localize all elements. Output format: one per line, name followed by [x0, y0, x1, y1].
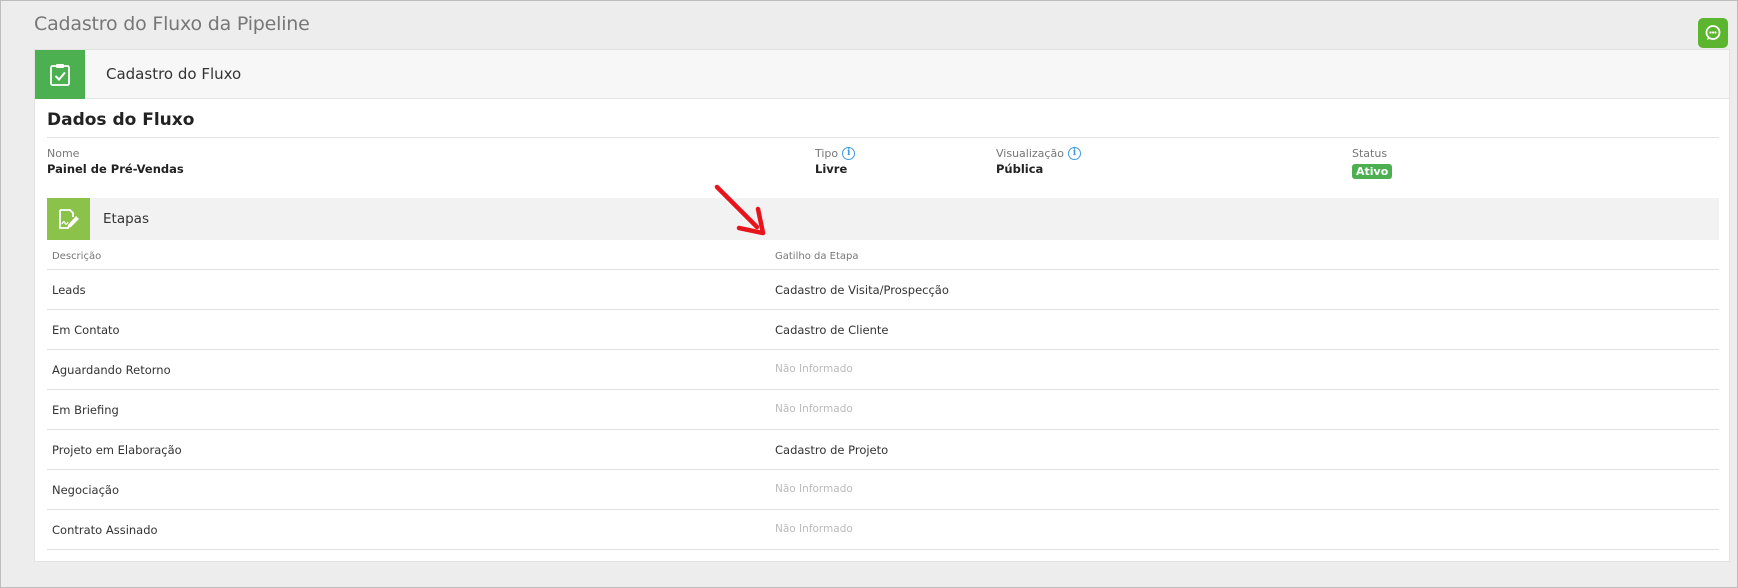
etapas-header: Etapas [47, 198, 1719, 240]
status-badge: Ativo [1352, 164, 1393, 179]
field-status-label: Status [1352, 146, 1388, 160]
cell-gatilho: Não Informado [775, 403, 853, 415]
table-row[interactable]: Contrato Assinado Não Informado [47, 510, 1719, 550]
table-row[interactable]: Negociação Não Informado [47, 470, 1719, 510]
field-nome-label: Nome [47, 146, 80, 160]
red-arrow-annotation [714, 184, 766, 236]
field-nome: Nome Painel de Pré-Vendas [47, 146, 184, 177]
cell-gatilho: Não Informado [775, 363, 853, 375]
table-row[interactable]: Projeto em Elaboração Cadastro de Projeto [47, 430, 1719, 470]
table-row[interactable]: Aguardando Retorno Não Informado [47, 350, 1719, 390]
cell-descricao: Aguardando Retorno [52, 363, 171, 377]
chat-bubble-icon [1705, 25, 1721, 40]
cell-descricao: Contrato Assinado [52, 523, 158, 537]
field-nome-value: Painel de Pré-Vendas [47, 162, 184, 176]
etapas-title: Etapas [103, 211, 149, 227]
chat-support-button[interactable] [1698, 18, 1728, 48]
cell-gatilho: Cadastro de Visita/Prospecção [775, 283, 949, 297]
column-header-descricao: Descrição [52, 251, 102, 262]
clipboard-check-icon [50, 63, 70, 86]
panel-header: Cadastro do Fluxo [35, 50, 1729, 99]
cell-gatilho: Cadastro de Projeto [775, 443, 889, 457]
panel-header-title: Cadastro do Fluxo [106, 65, 242, 83]
table-header: Descrição Gatilho da Etapa [47, 242, 1719, 270]
cell-gatilho: Não Informado [775, 483, 853, 495]
dados-section-title: Dados do Fluxo [47, 110, 195, 130]
field-visualizacao-label: Visualização [996, 146, 1064, 160]
cell-descricao: Projeto em Elaboração [52, 443, 182, 457]
cell-descricao: Negociação [52, 483, 119, 497]
cell-descricao: Leads [52, 283, 86, 297]
panel-header-icon-box [35, 50, 85, 99]
app-frame: Cadastro do Fluxo da Pipeline Cadastro d… [0, 0, 1738, 588]
field-tipo-value: Livre [815, 162, 848, 176]
field-status: Status Ativo [1352, 146, 1393, 179]
cell-descricao: Em Contato [52, 323, 120, 337]
column-header-gatilho: Gatilho da Etapa [775, 251, 859, 262]
section-divider [47, 137, 1719, 138]
field-tipo-label: Tipo [815, 146, 839, 160]
table-row[interactable]: Em Briefing Não Informado [47, 390, 1719, 430]
etapas-icon-box [47, 198, 90, 240]
table-row[interactable]: Leads Cadastro de Visita/Prospecção [47, 270, 1719, 310]
cell-gatilho: Não Informado [775, 523, 853, 535]
field-tipo: Tipo i Livre [815, 146, 856, 176]
flow-panel: Cadastro do Fluxo Dados do Fluxo Nome Pa… [34, 49, 1730, 562]
field-visualizacao: Visualização i Pública [996, 146, 1081, 176]
info-icon[interactable]: i [842, 146, 856, 160]
etapas-table: Descrição Gatilho da Etapa Leads Cadastro… [47, 242, 1719, 550]
cell-descricao: Em Briefing [52, 403, 119, 417]
page-title: Cadastro do Fluxo da Pipeline [34, 13, 310, 35]
field-visualizacao-value: Pública [996, 162, 1044, 176]
table-body: Leads Cadastro de Visita/Prospecção Em Con… [47, 270, 1719, 550]
document-edit-icon [58, 209, 79, 229]
info-icon[interactable]: i [1067, 146, 1081, 160]
table-row[interactable]: Em Contato Cadastro de Cliente [47, 310, 1719, 350]
cell-gatilho: Cadastro de Cliente [775, 323, 889, 337]
